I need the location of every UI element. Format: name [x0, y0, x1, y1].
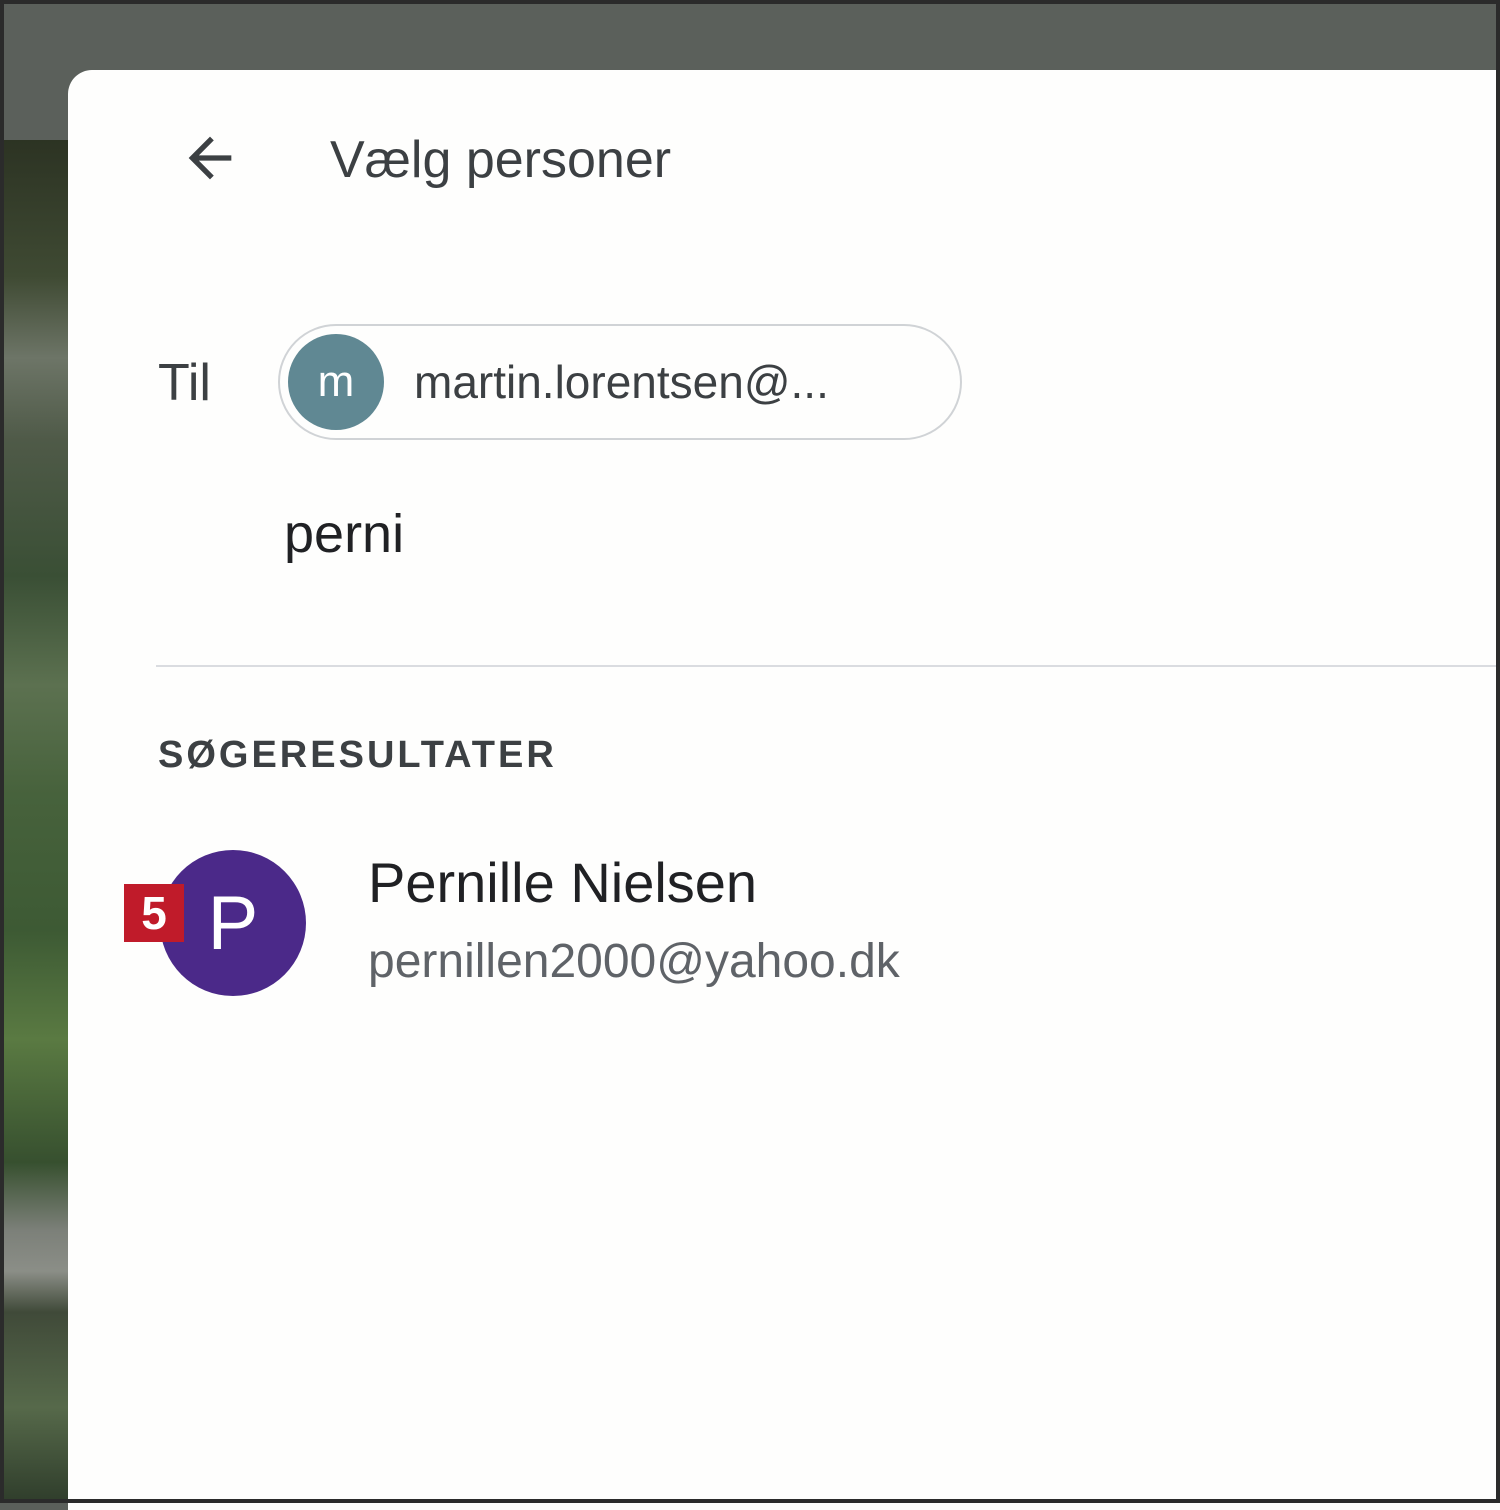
search-result-item[interactable]: 5 P Pernille Nielsen pernillen2000@yahoo… — [124, 840, 1348, 1010]
search-results-header: SØGERESULTATER — [158, 734, 557, 776]
background-photo — [4, 140, 74, 1503]
divider — [156, 665, 1500, 667]
recipient-chip-label: martin.lorentsen@... — [414, 356, 829, 408]
recipient-chip[interactable]: m martin.lorentsen@... — [278, 324, 962, 440]
avatar: m — [288, 334, 384, 430]
back-button[interactable] — [178, 128, 242, 192]
arrow-left-icon — [178, 126, 242, 195]
to-label: Til — [158, 354, 211, 412]
search-input[interactable] — [274, 496, 1284, 572]
select-people-dialog: Vælg personer Til m martin.lorentsen@...… — [68, 70, 1500, 1510]
contact-name: Pernille Nielsen — [368, 851, 758, 914]
step-number-badge: 5 — [124, 884, 184, 942]
dialog-title: Vælg personer — [330, 131, 672, 189]
contact-email: pernillen2000@yahoo.dk — [368, 935, 900, 988]
